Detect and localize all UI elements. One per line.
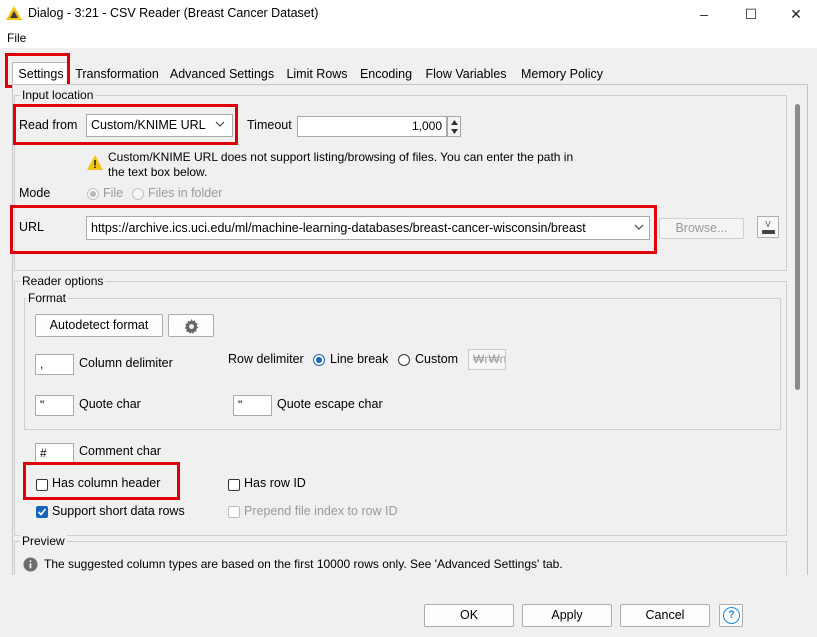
mode-file-label: File <box>103 186 124 200</box>
gear-icon <box>184 319 199 334</box>
svg-text:V: V <box>765 220 771 229</box>
quote-char-input[interactable]: " <box>35 395 74 416</box>
menu-bar: File <box>0 28 817 48</box>
quote-char-label: Quote char <box>79 397 141 411</box>
chevron-down-icon[interactable] <box>634 224 644 231</box>
input-location-title: Input location <box>20 88 96 102</box>
has-row-id-checkbox[interactable] <box>228 479 240 491</box>
timeout-input[interactable]: 1,000 <box>297 116 447 137</box>
timeout-spinner[interactable] <box>447 116 461 137</box>
tab-transformation[interactable]: Transformation <box>72 65 162 83</box>
format-settings-button[interactable] <box>168 314 214 337</box>
line-break-label: Line break <box>330 352 389 366</box>
has-row-id-label: Has row ID <box>244 476 306 490</box>
support-short-rows-checkbox[interactable] <box>36 506 48 518</box>
warning-icon <box>87 155 103 170</box>
support-short-rows-label: Support short data rows <box>52 504 185 518</box>
mode-folder-label: Files in folder <box>148 186 223 200</box>
spinner-up-icon[interactable] <box>451 120 458 125</box>
custom-label: Custom <box>415 352 459 366</box>
info-icon <box>23 557 38 572</box>
browse-button[interactable]: Browse... <box>659 218 744 239</box>
warning-text-line2: the text box below. <box>108 165 208 179</box>
help-icon: ? <box>723 607 740 624</box>
url-label: URL <box>19 220 45 234</box>
line-break-radio[interactable] <box>313 354 325 366</box>
preview-title: Preview <box>20 534 67 548</box>
knime-logo-icon <box>6 6 22 20</box>
read-from-dropdown[interactable]: Custom/KNIME URL <box>86 114 233 137</box>
tab-encoding[interactable]: Encoding <box>357 65 415 83</box>
column-delimiter-label: Column delimiter <box>79 356 173 370</box>
vertical-scrollbar[interactable] <box>795 104 800 390</box>
tab-settings[interactable]: Settings <box>12 62 70 85</box>
autodetect-format-button[interactable]: Autodetect format <box>35 314 163 337</box>
maximize-button[interactable]: ☐ <box>728 0 774 28</box>
prepend-file-index-label: Prepend file index to row ID <box>244 504 398 518</box>
spinner-down-icon[interactable] <box>451 129 458 134</box>
menu-file[interactable]: File <box>7 31 26 45</box>
custom-row-delimiter-input[interactable]: ₩r₩n <box>468 349 506 370</box>
cancel-button[interactable]: Cancel <box>620 604 710 627</box>
warning-text-line1: Custom/KNIME URL does not support listin… <box>108 150 574 164</box>
quote-escape-label: Quote escape char <box>277 397 383 411</box>
help-button[interactable]: ? <box>719 604 743 627</box>
column-delimiter-input[interactable]: , <box>35 354 74 375</box>
apply-button[interactable]: Apply <box>522 604 612 627</box>
timeout-label: Timeout <box>247 118 292 132</box>
has-column-header-checkbox[interactable] <box>36 479 48 491</box>
title-bar: Dialog - 3:21 - CSV Reader (Breast Cance… <box>0 0 817 28</box>
preview-info-text: The suggested column types are based on … <box>44 557 563 571</box>
tab-flow-variables[interactable]: Flow Variables <box>421 65 511 83</box>
row-delimiter-label: Row delimiter <box>228 352 304 366</box>
mode-file-radio <box>87 188 99 200</box>
format-title: Format <box>26 291 69 305</box>
reader-options-title: Reader options <box>20 274 106 288</box>
comment-char-input[interactable]: # <box>35 443 74 464</box>
read-from-value: Custom/KNIME URL <box>91 118 206 132</box>
tab-memory-policy[interactable]: Memory Policy <box>516 65 608 83</box>
tab-advanced-settings[interactable]: Advanced Settings <box>168 65 276 83</box>
window-title: Dialog - 3:21 - CSV Reader (Breast Cance… <box>28 6 319 20</box>
url-value: https://archive.ics.uci.edu/ml/machine-l… <box>91 221 586 235</box>
mode-folder-radio <box>132 188 144 200</box>
prepend-file-index-checkbox <box>228 506 240 518</box>
url-input[interactable]: https://archive.ics.uci.edu/ml/machine-l… <box>86 216 650 240</box>
flow-variable-icon: V <box>762 220 775 234</box>
custom-radio[interactable] <box>398 354 410 366</box>
read-from-label: Read from <box>19 118 78 132</box>
tab-limit-rows[interactable]: Limit Rows <box>283 65 351 83</box>
flow-variable-button[interactable]: V <box>757 216 779 238</box>
has-column-header-label: Has column header <box>52 476 161 490</box>
chevron-down-icon <box>215 121 225 127</box>
check-icon <box>37 508 47 516</box>
ok-button[interactable]: OK <box>424 604 514 627</box>
minimize-button[interactable]: – <box>681 0 727 28</box>
close-button[interactable]: ✕ <box>773 0 817 28</box>
quote-escape-input[interactable]: " <box>233 395 272 416</box>
mode-label: Mode <box>19 186 51 200</box>
comment-char-label: Comment char <box>79 444 161 458</box>
